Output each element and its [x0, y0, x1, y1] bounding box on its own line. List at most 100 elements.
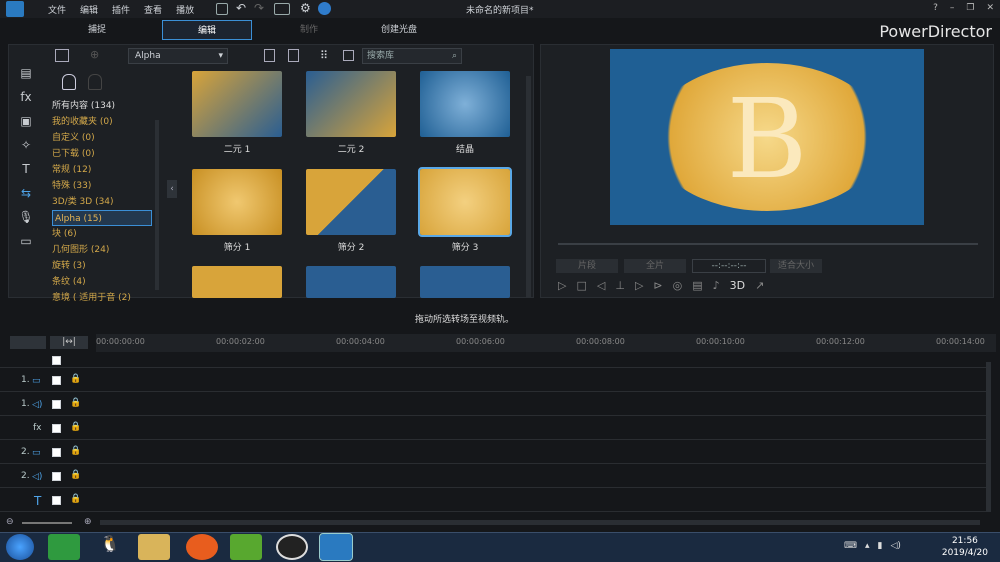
help-icon[interactable]: ?	[933, 3, 938, 13]
transition-thumbnail[interactable]	[420, 71, 510, 137]
volume-tray-icon[interactable]: ◁)	[890, 541, 900, 551]
lock-icon[interactable]: 🔒	[70, 374, 81, 384]
category-item[interactable]: 3D/类 3D (34)	[52, 194, 152, 210]
category-item[interactable]: 我的收藏夹 (0)	[52, 114, 152, 130]
apply-icon[interactable]	[288, 49, 299, 62]
category-item[interactable]: 自定义 (0)	[52, 130, 152, 146]
lock-icon[interactable]: 🔒	[70, 494, 81, 504]
start-button[interactable]	[6, 534, 34, 560]
tag-add-icon[interactable]	[62, 74, 76, 90]
menu-item-plugins[interactable]: 插件	[112, 3, 130, 16]
category-dropdown[interactable]: Alpha ▾	[128, 48, 228, 64]
plugin-icon[interactable]: ⊕	[90, 48, 99, 61]
tab-edit[interactable]: 编辑	[162, 20, 252, 40]
detach-icon[interactable]	[343, 50, 354, 61]
clock[interactable]: 21:56 2019/4/20	[942, 535, 988, 559]
category-item[interactable]: 块 (6)	[52, 226, 152, 242]
track-checkbox[interactable]	[52, 356, 61, 365]
prev-frame-icon[interactable]: ◁	[597, 279, 605, 292]
lock-icon[interactable]: 🔒	[70, 446, 81, 456]
preview-scrubber[interactable]	[558, 243, 978, 245]
tag-remove-icon[interactable]	[88, 74, 102, 90]
aspect-ratio-icon[interactable]	[274, 3, 290, 15]
stop-icon[interactable]: □	[576, 279, 586, 292]
transition-thumbnail[interactable]	[192, 71, 282, 137]
library-scrollbar[interactable]	[526, 76, 531, 298]
track-checkbox[interactable]	[52, 496, 61, 505]
transition-thumbnail[interactable]	[192, 266, 282, 298]
transition-thumbnail[interactable]	[306, 169, 396, 235]
upgrade-icon[interactable]	[318, 2, 331, 15]
fit-dropdown[interactable]: 适合大小	[770, 259, 822, 273]
transition-thumbnail[interactable]	[306, 71, 396, 137]
pip-room-icon[interactable]: ▣	[16, 114, 36, 132]
menu-item-edit[interactable]: 编辑	[80, 3, 98, 16]
category-scrollbar[interactable]	[155, 120, 159, 290]
track-checkbox[interactable]	[52, 424, 61, 433]
subtitle-room-icon[interactable]: ▭	[16, 234, 36, 252]
fast-forward-icon[interactable]: ⊳	[653, 279, 662, 292]
keyboard-icon[interactable]: ⌨	[844, 541, 857, 551]
movie-mode-button[interactable]: 全片	[624, 259, 686, 273]
category-item[interactable]: 几何图形 (24)	[52, 242, 152, 258]
category-item[interactable]: 旋转 (3)	[52, 258, 152, 274]
minimize-icon[interactable]: –	[950, 3, 955, 13]
timeline-view-button[interactable]	[10, 336, 46, 349]
category-item[interactable]: 所有内容 (134)	[52, 98, 152, 114]
zoom-out-icon[interactable]: ⊖	[6, 517, 14, 527]
snapshot-icon[interactable]: ◎	[673, 279, 683, 292]
timeline-scrollbar[interactable]	[986, 362, 991, 512]
undock-icon[interactable]: ↗	[755, 279, 764, 292]
taskbar-app-explorer[interactable]	[138, 534, 170, 560]
transition-thumbnail-selected[interactable]	[418, 167, 512, 237]
horizontal-scrollbar[interactable]	[100, 520, 980, 525]
tab-capture[interactable]: 捕捉	[52, 20, 142, 40]
lock-icon[interactable]: 🔒	[70, 470, 81, 480]
tray-arrow-icon[interactable]: ▴	[865, 541, 870, 551]
tab-create-disc[interactable]: 创建光盘	[354, 20, 444, 40]
transition-thumbnail[interactable]	[306, 266, 396, 298]
category-item[interactable]: 已下载 (0)	[52, 146, 152, 162]
category-item[interactable]: 条纹 (4)	[52, 274, 152, 290]
undo-icon[interactable]: ↶	[236, 1, 246, 15]
media-room-icon[interactable]: ▤	[16, 66, 36, 84]
track-checkbox[interactable]	[52, 448, 61, 457]
fit-timeline-button[interactable]: |↔|	[50, 336, 88, 349]
close-icon[interactable]: ✕	[986, 3, 994, 13]
lock-icon[interactable]: 🔒	[70, 422, 81, 432]
track-checkbox[interactable]	[52, 400, 61, 409]
volume-icon[interactable]: ♪	[713, 279, 720, 292]
taskbar-app-qq[interactable]: 🐧	[94, 534, 126, 560]
title-room-icon[interactable]: T	[16, 162, 36, 180]
taskbar-app-powerdirector[interactable]	[319, 533, 353, 561]
subtitle-icon[interactable]: ▤	[692, 279, 702, 292]
transition-thumbnail[interactable]	[420, 266, 510, 298]
gear-icon[interactable]: ⚙	[300, 1, 311, 15]
particle-room-icon[interactable]: ✧	[16, 138, 36, 156]
redo-icon[interactable]: ↷	[254, 1, 264, 15]
zoom-in-icon[interactable]: ⊕	[84, 517, 92, 527]
add-to-timeline-icon[interactable]	[264, 49, 275, 62]
menu-item-play[interactable]: 播放	[176, 3, 194, 16]
track-checkbox[interactable]	[52, 376, 61, 385]
3d-toggle[interactable]: 3D	[730, 279, 745, 292]
timecode-display[interactable]: --:--:--:--	[692, 259, 766, 273]
save-icon[interactable]	[216, 3, 228, 15]
zoom-slider[interactable]	[22, 522, 72, 524]
category-item[interactable]: 特殊 (33)	[52, 178, 152, 194]
next-frame-icon[interactable]: ▷	[635, 279, 643, 292]
transition-room-icon[interactable]: ⇆	[16, 186, 36, 204]
category-item-selected[interactable]: Alpha (15)	[52, 210, 152, 226]
taskbar-app-recorder[interactable]	[276, 534, 308, 560]
menu-item-file[interactable]: 文件	[48, 3, 66, 16]
lock-icon[interactable]: 🔒	[70, 398, 81, 408]
taskbar-app-player[interactable]	[230, 534, 262, 560]
tab-produce[interactable]: 制作	[264, 20, 354, 40]
audio-mixer-icon[interactable]: 🎙	[16, 210, 36, 228]
split-icon[interactable]: ⊥	[615, 279, 625, 292]
category-item[interactable]: 常规 (12)	[52, 162, 152, 178]
effects-room-icon[interactable]: fx	[16, 90, 36, 108]
track-checkbox[interactable]	[52, 472, 61, 481]
transition-thumbnail[interactable]	[192, 169, 282, 235]
search-input[interactable]: 搜索库 ⌕	[362, 48, 462, 64]
